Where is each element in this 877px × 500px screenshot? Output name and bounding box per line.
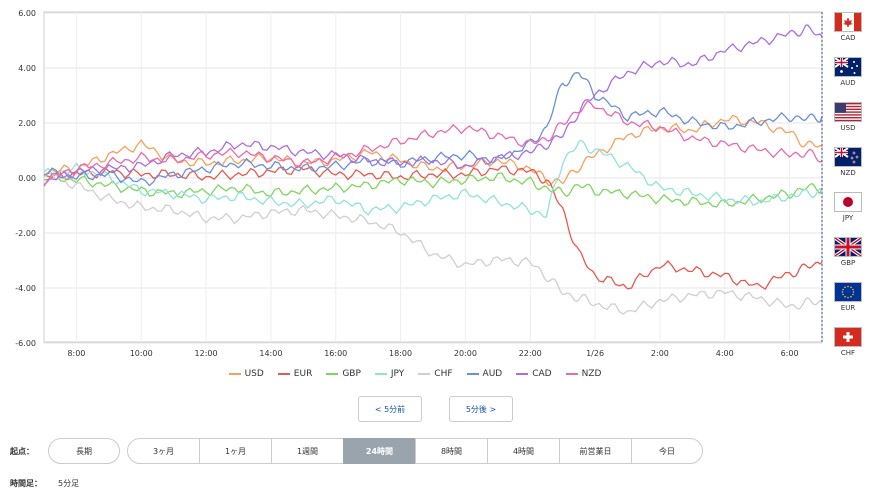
start-label: 起点：	[10, 447, 34, 456]
legend-item-aud[interactable]: AUD	[466, 369, 503, 379]
legend-item-usd[interactable]: USD	[228, 369, 264, 379]
interval-label: 時間足：	[10, 479, 42, 488]
x-tick-label: 8:00	[67, 349, 85, 358]
strength-chart: 6.00 4.00 2.00 0.00 -2.00 -4.00 -6.00 8:00 10:0…	[15, 9, 823, 358]
x-tick-label: 18:00	[389, 349, 412, 358]
start-option[interactable]: 8時間	[415, 438, 488, 464]
legend-item-chf[interactable]: CHF	[418, 369, 453, 379]
flag-item-nzd[interactable]: NZD	[832, 147, 864, 177]
legend-swatch	[228, 373, 241, 375]
gbp-flag-icon	[834, 237, 862, 257]
legend-item-jpy[interactable]: JPY	[374, 369, 405, 379]
usd-flag-icon	[834, 102, 862, 122]
flag-item-jpy[interactable]: JPY	[832, 192, 864, 222]
legend-label: USD	[244, 369, 264, 379]
flag-item-eur[interactable]: EUR	[832, 282, 864, 312]
legend-swatch	[516, 373, 529, 375]
legend-label: EUR	[293, 369, 313, 379]
x-tick-label: 2:00	[651, 349, 669, 358]
legend-label: CAD	[532, 369, 552, 379]
x-tick-label: 22:00	[519, 349, 542, 358]
y-tick-label: -4.00	[15, 284, 36, 293]
flag-item-gbp[interactable]: GBP	[832, 237, 864, 267]
y-tick-label: 4.00	[18, 64, 36, 73]
y-tick-label: -2.00	[15, 229, 36, 238]
legend-swatch	[326, 373, 339, 375]
flag-code-label: USD	[840, 124, 856, 132]
flag-code-label: CAD	[840, 34, 856, 42]
flag-code-label: AUD	[840, 79, 856, 87]
start-option[interactable]: 24時間	[343, 438, 416, 464]
x-tick-label: 10:00	[130, 349, 153, 358]
y-tick-label: 2.00	[18, 119, 36, 128]
prev-5min-button[interactable]: < 5分前	[358, 396, 422, 422]
start-option[interactable]: 4時間	[487, 438, 560, 464]
jpy-flag-icon	[834, 192, 862, 212]
legend-label: GBP	[342, 369, 361, 379]
flag-item-aud[interactable]: AUD	[832, 57, 864, 87]
legend-label: CHF	[434, 369, 453, 379]
flag-code-label: GBP	[840, 259, 856, 267]
chart-legend: USD EUR GBP JPY CHF AUD CAD NZD	[0, 369, 830, 379]
start-option[interactable]: 今日	[631, 438, 703, 464]
interval-value: 5分足	[58, 479, 80, 488]
legend-item-cad[interactable]: CAD	[516, 369, 552, 379]
y-tick-label: -6.00	[15, 339, 36, 348]
legend-label: AUD	[482, 369, 503, 379]
aud-flag-icon	[834, 57, 862, 77]
nzd-flag-icon	[834, 147, 862, 167]
flag-item-cad[interactable]: CAD	[832, 12, 864, 42]
next-5min-button[interactable]: 5分後 >	[449, 396, 513, 422]
y-tick-label: 0.00	[18, 174, 36, 183]
x-tick-label: 6:00	[781, 349, 799, 358]
start-option[interactable]: 3ヶ月	[127, 438, 200, 464]
y-tick-label: 6.00	[18, 9, 36, 18]
x-tick-label: 12:00	[195, 349, 218, 358]
x-tick-label: 1/26	[586, 349, 604, 358]
legend-label: JPY	[390, 369, 405, 379]
eur-flag-icon	[834, 282, 862, 302]
legend-item-nzd[interactable]: NZD	[565, 369, 602, 379]
cad-flag-icon	[834, 12, 862, 32]
flag-code-label: CHF	[840, 349, 856, 357]
legend-item-eur[interactable]: EUR	[277, 369, 313, 379]
legend-swatch	[418, 373, 431, 375]
x-tick-label: 4:00	[716, 349, 734, 358]
start-option[interactable]: 前営業日	[559, 438, 632, 464]
chf-flag-icon	[834, 327, 862, 347]
x-tick-label: 20:00	[454, 349, 477, 358]
flag-item-chf[interactable]: CHF	[832, 327, 864, 357]
legend-item-gbp[interactable]: GBP	[326, 369, 361, 379]
x-tick-label: 16:00	[324, 349, 347, 358]
flag-code-label: NZD	[840, 169, 856, 177]
legend-swatch	[277, 373, 290, 375]
legend-label: NZD	[581, 369, 602, 379]
start-option[interactable]: 1ヶ月	[199, 438, 272, 464]
legend-swatch	[565, 373, 578, 375]
start-option[interactable]: 1週間	[271, 438, 344, 464]
legend-swatch	[374, 373, 387, 375]
flag-code-label: EUR	[840, 304, 856, 312]
legend-swatch	[466, 373, 479, 375]
start-option-long[interactable]: 長期	[48, 438, 120, 464]
flag-code-label: JPY	[842, 214, 854, 222]
flag-item-usd[interactable]: USD	[832, 102, 864, 132]
x-tick-label: 14:00	[259, 349, 282, 358]
